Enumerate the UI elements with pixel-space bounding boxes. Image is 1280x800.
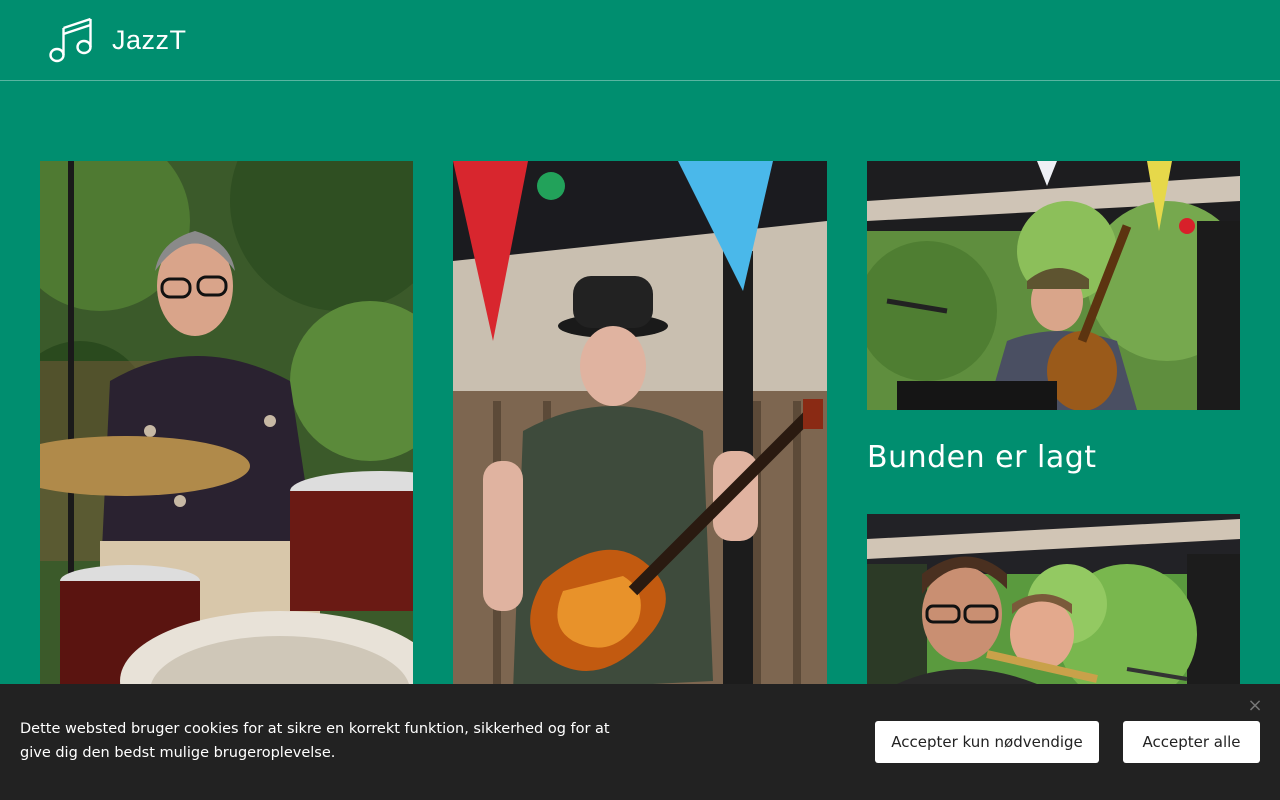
drummer-image: [40, 161, 413, 721]
music-note-icon: [49, 17, 92, 63]
bassist-image: [867, 161, 1240, 410]
bassist-photo[interactable]: [867, 161, 1240, 410]
guitarist-image: [453, 161, 827, 721]
home-link[interactable]: JazzT: [48, 16, 187, 64]
accept-necessary-button[interactable]: Accepter kun nødvendige: [875, 721, 1099, 763]
accept-all-button[interactable]: Accepter alle: [1123, 721, 1260, 763]
drummer-photo[interactable]: [40, 161, 413, 721]
guitarist-photo[interactable]: [453, 161, 827, 721]
close-icon[interactable]: ×: [1245, 696, 1265, 716]
cookie-message: Dette websted bruger cookies for at sikr…: [20, 721, 610, 761]
site-header: JazzT: [0, 0, 1280, 81]
post-title[interactable]: Bunden er lagt: [867, 440, 1097, 475]
site-title: JazzT: [112, 24, 187, 55]
cookie-banner: × Dette websted bruger cookies for at si…: [0, 684, 1280, 800]
